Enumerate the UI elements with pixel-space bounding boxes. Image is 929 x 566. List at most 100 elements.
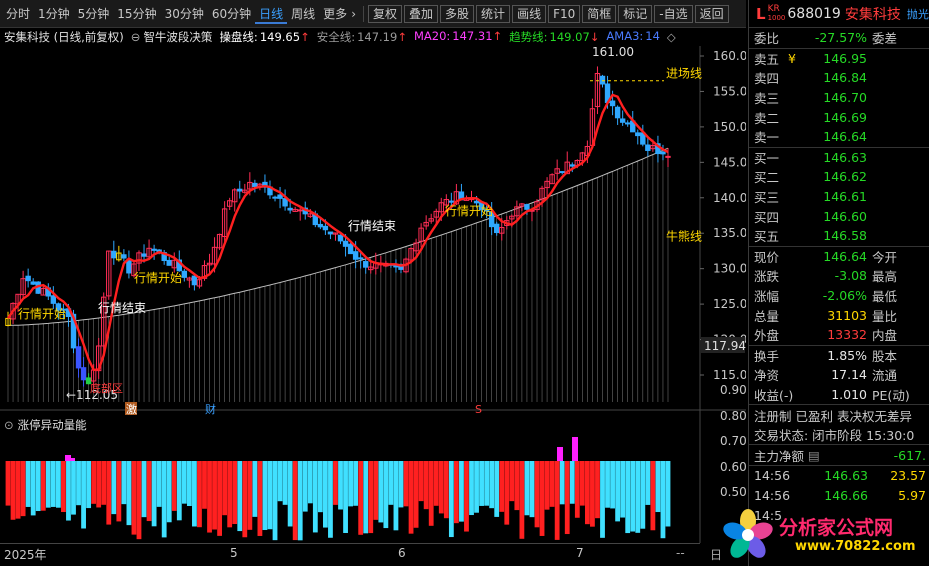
toolbar-action-8[interactable]: -自选 [654,4,693,23]
volume-bar [353,461,359,506]
toolbar-action-0[interactable]: 复权 [368,4,403,23]
volume-bar [126,461,132,526]
main-flow-row[interactable]: 主力净额 ▤ -617. [749,445,929,465]
price-tick-label: 130.0 [713,262,746,276]
toolbar-action-3[interactable]: 统计 [476,4,511,23]
candle-body [141,253,147,257]
toolbar-action-5[interactable]: F10 [548,4,581,23]
stat-row: 总量 31103 量比 [754,307,898,324]
bid-row[interactable]: 买三 146.61 [749,187,929,207]
volume-bar [197,461,202,528]
site-watermark: 分析家公式网 www.70822.com [715,505,929,565]
time-label-may: 5 [230,546,238,560]
volume-bar [10,461,16,520]
candle-body [25,275,31,282]
period-tab-0[interactable]: 分时 [2,4,34,24]
volume-bar [615,461,621,522]
ask-row[interactable]: 卖四 146.84 [749,68,929,88]
volume-bar [479,461,484,506]
volume-bar [141,461,147,518]
toolbar-action-1[interactable]: 叠加 [404,4,439,23]
volume-bar [292,461,298,541]
volume-bar [86,461,92,509]
volume-bar [297,461,303,541]
indicator-toggle-icon[interactable]: ⊖ [131,30,141,44]
volume-bar [529,461,535,518]
quote-title: L KR 1000 688019 安集科技 抛光 [749,0,929,28]
tick-row: 14:56 146.63 23.57 [754,468,926,484]
period-tab-4[interactable]: 30分钟 [161,4,208,24]
volume-bar [368,461,374,534]
period-tab-7[interactable]: 周线 [287,4,319,24]
candle-body [191,275,198,286]
candle-body [524,204,530,210]
candle-body [337,234,344,242]
more-chevron[interactable]: › [351,4,360,24]
volume-bar [45,461,51,508]
volume-bar [101,461,107,505]
period-tab-3[interactable]: 15分钟 [113,4,160,24]
volume-bar [186,461,192,506]
volume-bar [111,461,117,515]
bid-row[interactable]: 买四 146.60 [749,206,929,226]
subchart-header: ⊙ 涨停异动量能 [4,417,87,433]
volume-bar [307,461,313,504]
bid-row[interactable]: 买一 146.63 [749,148,929,168]
candle-body [75,346,82,369]
volume-spike [69,458,75,461]
volume-bar [323,461,328,528]
volume-bar [534,461,540,528]
volume-bar [655,461,661,513]
volume-bar [549,461,555,507]
toolbar-action-9[interactable]: 返回 [694,4,729,23]
toolbar-action-4[interactable]: 画线 [512,4,547,23]
bid-row[interactable]: 买二 146.62 [749,167,929,187]
candle-body [111,250,117,259]
volume-bar [564,461,570,535]
period-tab-2[interactable]: 5分钟 [74,4,114,24]
candlestick-chart[interactable]: 160.0 155.0 150.0 145.0 140.0 135.0 130.0 125.0… [0,46,746,543]
ask-row[interactable]: 卖五 ¥146.95 [749,49,929,69]
volume-bar [383,461,389,529]
toolbar-action-7[interactable]: 标记 [618,4,653,23]
subchart-toggle-icon[interactable]: ⊙ [4,418,14,432]
candle-body [80,367,87,381]
candle-body [181,270,188,278]
period-tab-5[interactable]: 60分钟 [208,4,255,24]
period-tab-1[interactable]: 1分钟 [34,4,74,24]
diamond-icon[interactable]: ◇ [667,30,676,44]
toolbar-action-2[interactable]: 多股 [440,4,475,23]
volume-bar [76,461,81,506]
candle-body [473,200,480,204]
volume-bar [413,461,419,528]
indicator-name[interactable]: 智牛波段决策 [143,29,212,45]
candle-body [342,240,349,247]
volume-bar [393,461,399,531]
stat-row: 现价 146.64 今开 [754,248,898,265]
subchart-tick-label: 0.50 [720,485,746,499]
volume-bar [91,461,97,504]
period-tab-6[interactable]: 日线 [255,4,288,24]
subchart-title: 涨停异动量能 [17,418,87,432]
volume-bar [464,461,469,532]
volume-bar [40,461,46,511]
time-axis: 2025年 5 6 7 -- 日 [0,543,722,566]
candle-body [287,207,293,211]
indicator-line-3: 趋势线: 149.07↓ [509,30,600,44]
ask-row[interactable]: 卖一 146.64 [749,127,929,147]
volume-bar [267,461,273,530]
volume-bar [131,461,137,535]
volume-bar [403,461,409,507]
ask-row[interactable]: 卖二 146.69 [749,107,929,127]
volume-bar [338,461,343,510]
concept-tag[interactable]: 抛光 [907,6,929,22]
list-icon[interactable]: ▤ [808,448,820,463]
volume-bar [146,461,152,522]
scroll-corner[interactable]: -- [676,546,685,560]
toolbar-action-6[interactable]: 简框 [582,4,617,23]
bid-row[interactable]: 买五 146.58 [749,226,929,246]
ask-row[interactable]: 卖三 146.70 [749,88,929,108]
period-tab-8[interactable]: 更多 [319,4,351,24]
event-label-cai: 财 [205,402,216,416]
candle-body [50,295,57,304]
